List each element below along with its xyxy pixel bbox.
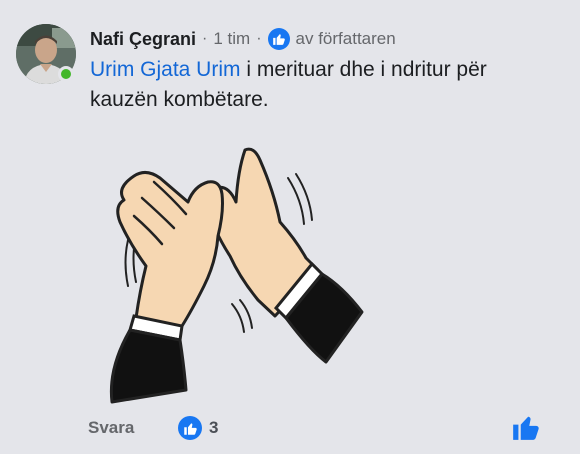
author-name[interactable]: Nafi Çegrani: [90, 29, 196, 50]
reply-button[interactable]: Svara: [88, 418, 134, 438]
reaction-summary[interactable]: 3: [178, 416, 218, 440]
timestamp[interactable]: 1 tim: [213, 29, 250, 49]
separator: ·: [202, 30, 208, 47]
online-status-indicator: [58, 66, 74, 82]
mention-link[interactable]: Urim Gjata Urim: [90, 58, 241, 81]
reaction-count: 3: [209, 418, 219, 437]
comment: Nafi Çegrani · 1 tim · av författaren Ur…: [0, 0, 580, 454]
comment-text: Urim Gjata Urim i merituar dhe i ndritur…: [90, 55, 560, 115]
author-badge: av författaren: [295, 29, 396, 48]
comment-header: Nafi Çegrani · 1 tim · av författaren: [90, 26, 396, 52]
clapping-hands-icon[interactable]: [90, 140, 380, 410]
like-button[interactable]: [512, 413, 540, 441]
thumbs-up-icon: [178, 416, 202, 440]
separator: ·: [256, 30, 262, 47]
thumbs-up-icon: [267, 28, 290, 50]
